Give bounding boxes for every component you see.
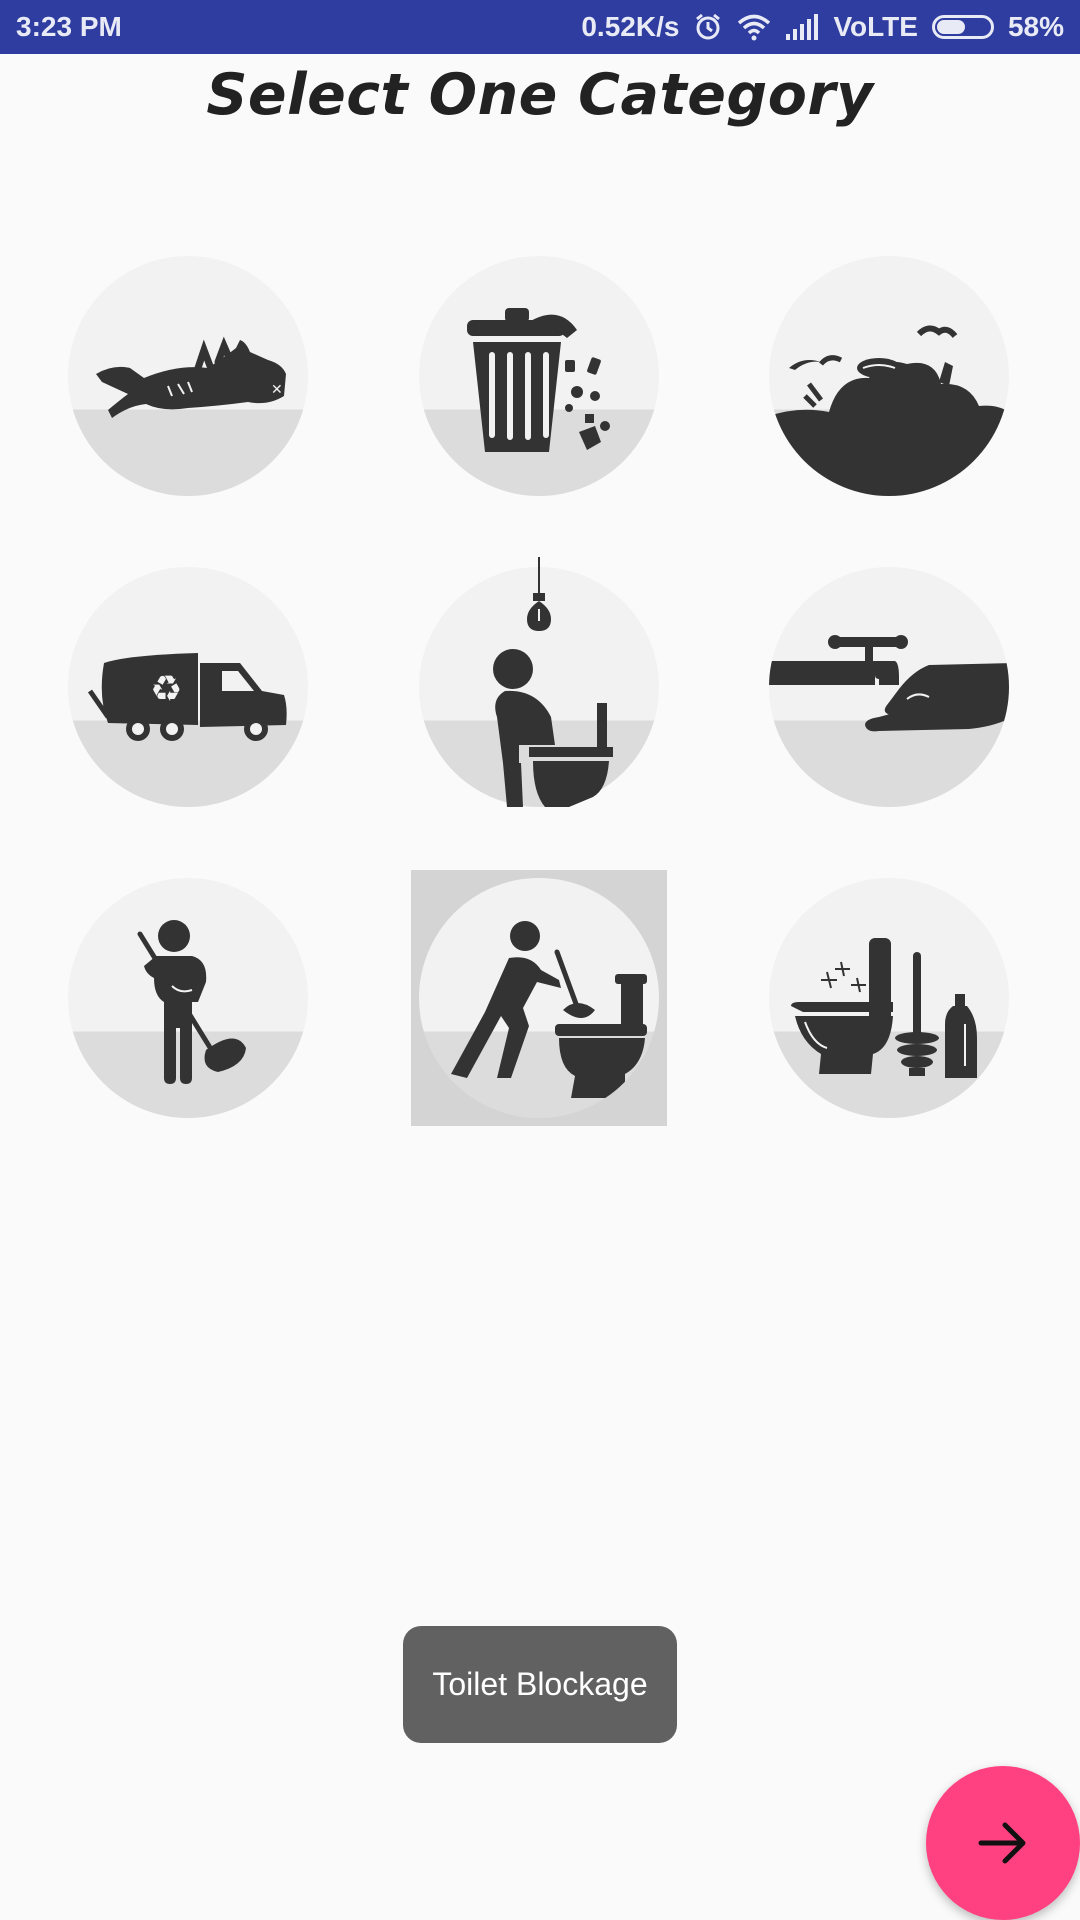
next-button[interactable] — [926, 1766, 1080, 1920]
category-tile-4[interactable]: ♻ — [60, 559, 316, 815]
overflowing-dustbin-icon — [467, 308, 610, 452]
arrow-right-icon — [978, 1822, 1026, 1864]
dead-animal-icon: ✕ — [96, 336, 286, 418]
toast-message: Toilet Blockage — [403, 1626, 677, 1743]
toilet-blockage-icon — [451, 921, 647, 1098]
no-water-supply-icon — [769, 635, 1009, 732]
category-tile-6[interactable] — [761, 559, 1017, 815]
garbage-dump-icon — [769, 325, 1009, 496]
category-tile-7[interactable] — [60, 870, 316, 1126]
category-tile-2[interactable] — [411, 248, 667, 504]
category-tile-3[interactable] — [761, 248, 1017, 504]
category-tile-9[interactable] — [761, 870, 1017, 1126]
category-tile-8[interactable] — [411, 870, 667, 1126]
svg-text:♻: ♻ — [150, 669, 182, 710]
category-tile-1[interactable]: ✕ — [60, 248, 316, 504]
category-tile-5[interactable] — [411, 557, 667, 815]
garbage-truck-icon: ♻ — [87, 653, 287, 741]
toilet-cleaning-icon — [791, 938, 977, 1078]
category-grid: ✕ ♻ — [0, 0, 1080, 1200]
svg-text:✕: ✕ — [271, 382, 283, 398]
sweeper-icon — [137, 920, 246, 1084]
no-electricity-toilet-icon — [493, 557, 613, 807]
